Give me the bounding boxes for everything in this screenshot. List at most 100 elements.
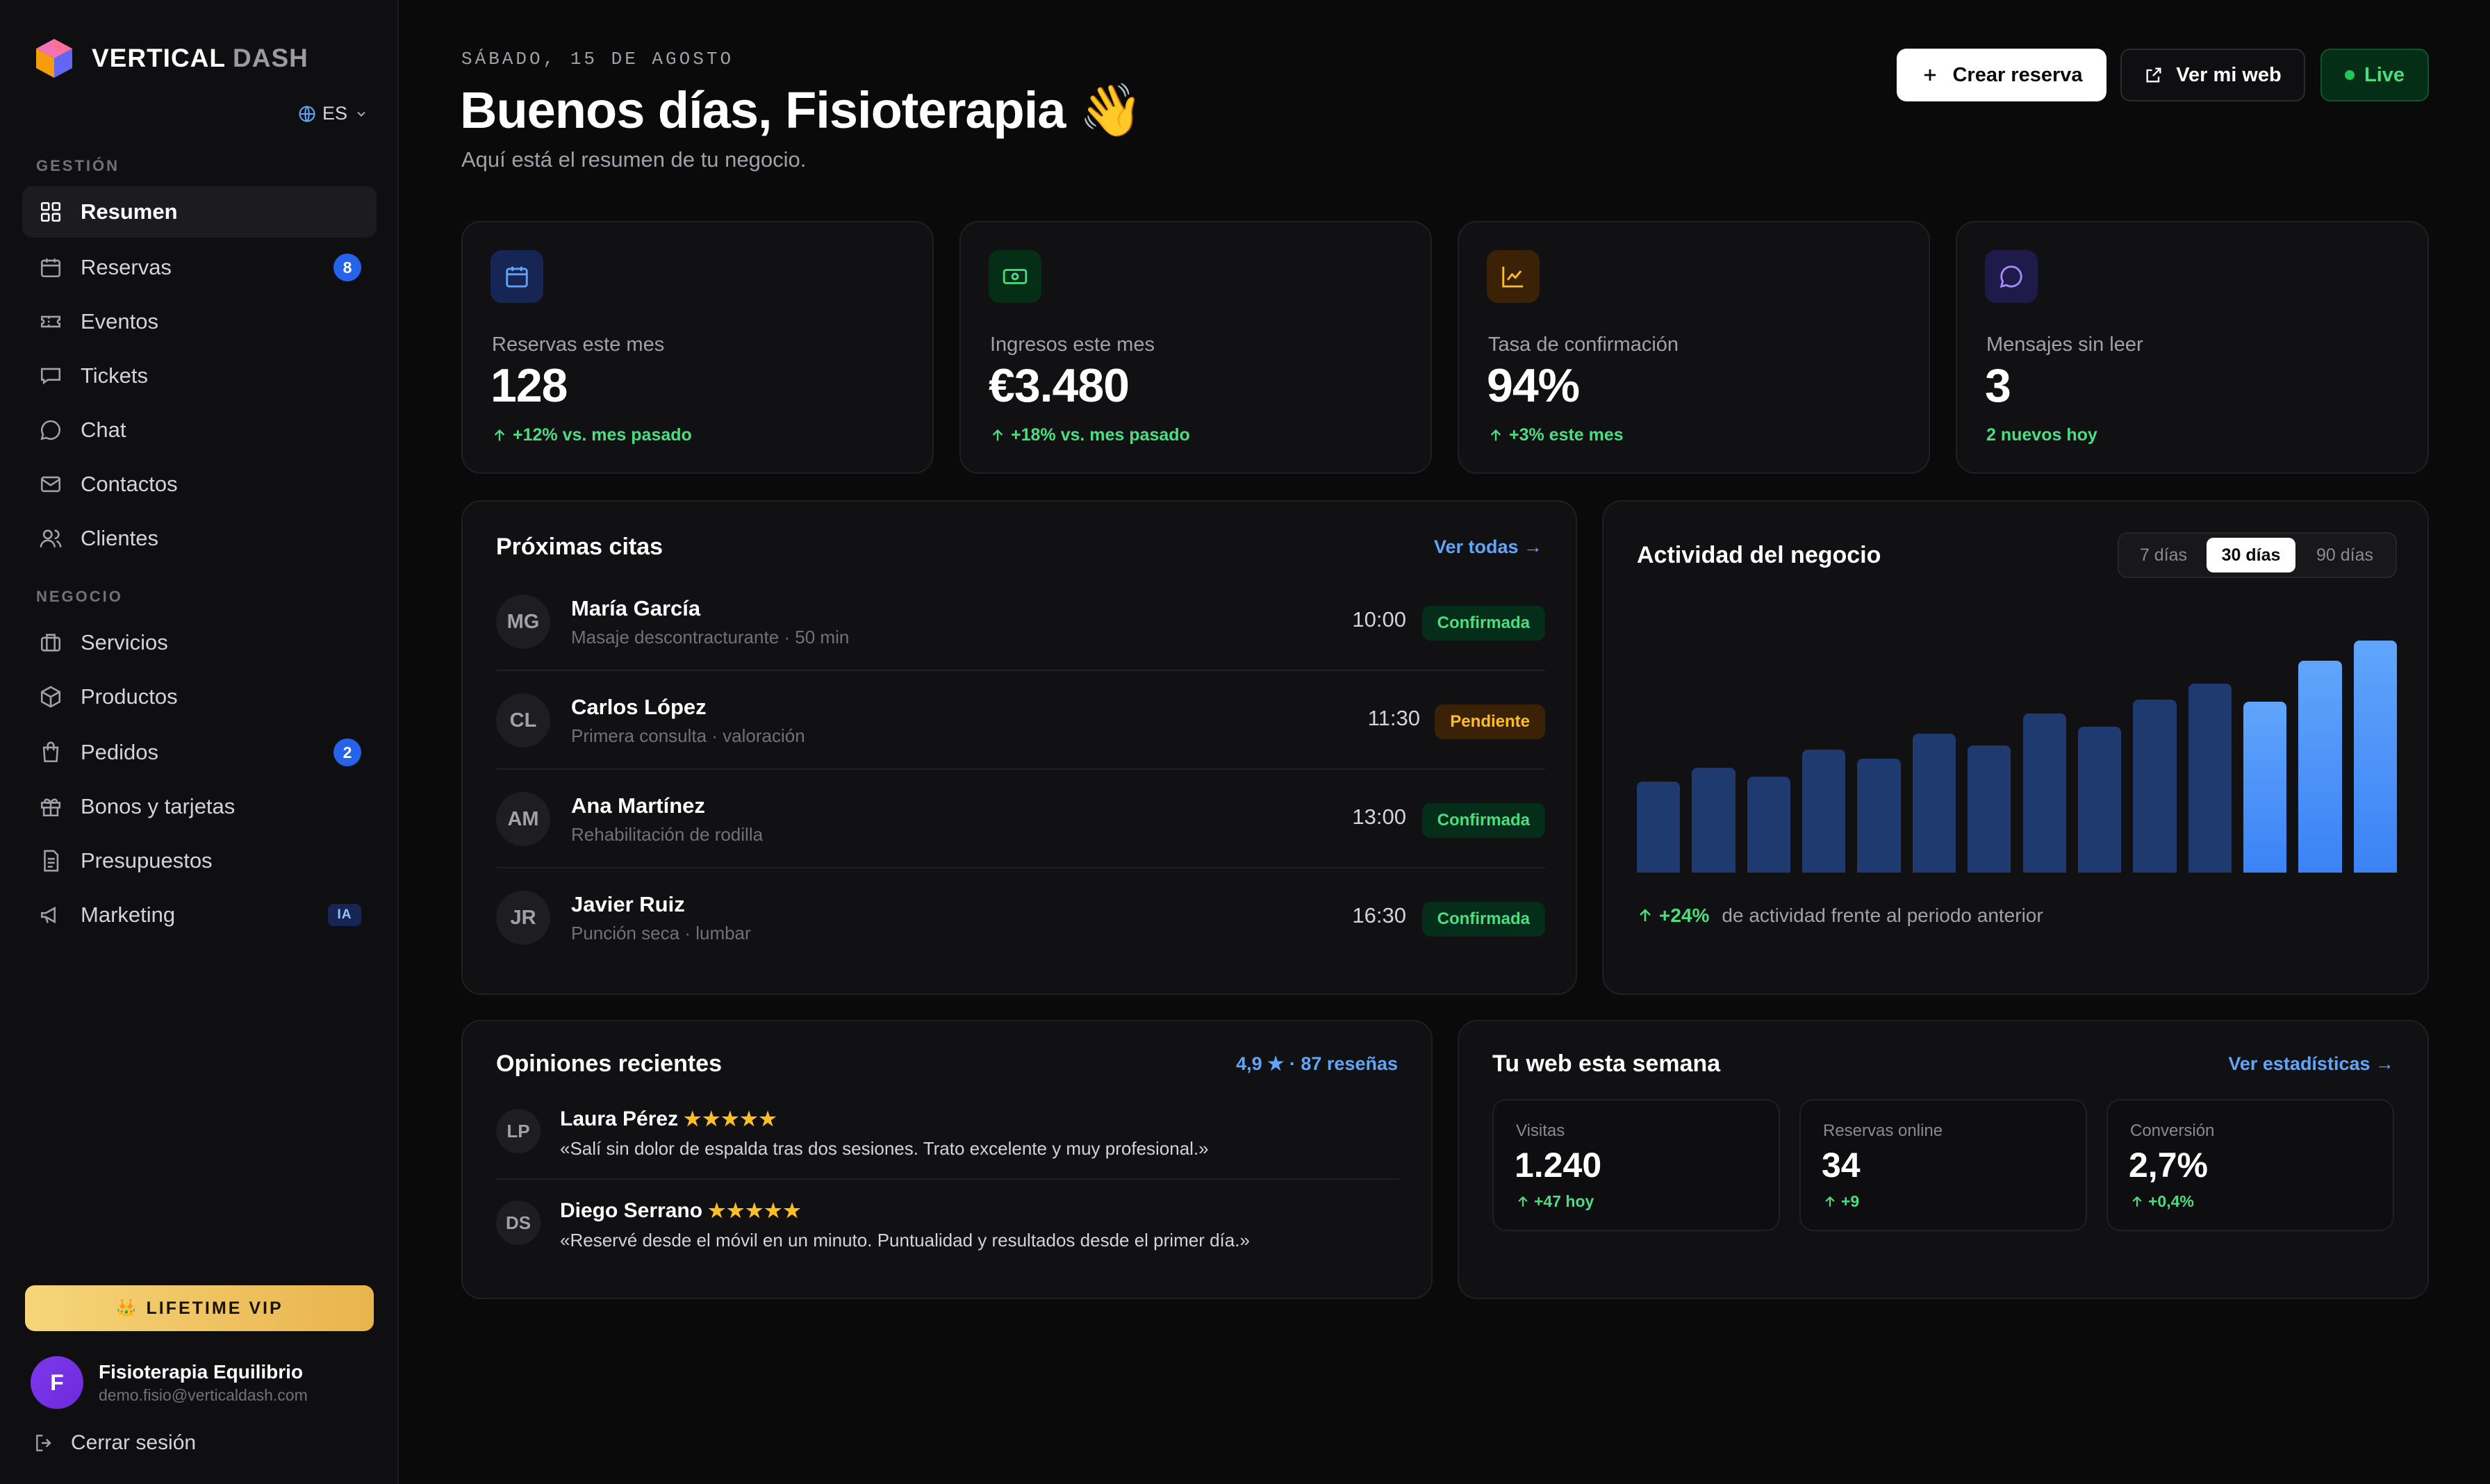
status-badge: Pendiente	[1435, 704, 1545, 739]
live-status-button[interactable]: Live	[2320, 49, 2429, 101]
sidebar-item-label: Presupuestos	[81, 848, 213, 873]
view-website-button[interactable]: Ver mi web	[2120, 49, 2305, 101]
sidebar-item-productos[interactable]: Productos	[22, 671, 377, 723]
activity-note: de actividad frente al periodo anterior	[1722, 905, 2043, 926]
language-label: ES	[322, 103, 348, 124]
view-website-label: Ver mi web	[2176, 63, 2282, 86]
metric-delta: +0,4%	[2130, 1192, 2194, 1211]
range-option-90[interactable]: 90 días	[2298, 538, 2391, 572]
stat-card-confirmacion[interactable]: Tasa de confirmación 94% +3% este mes	[1458, 221, 1930, 474]
grid-icon	[40, 201, 61, 222]
status-badge: Confirmada	[1421, 803, 1545, 838]
brand-logo[interactable]: VERTICAL DASH	[32, 36, 308, 81]
sidebar-item-eventos[interactable]: Eventos	[22, 296, 377, 347]
globe-icon	[299, 105, 315, 122]
activity-bar	[1857, 759, 1901, 873]
activity-bar	[1637, 782, 1681, 873]
stat-card-mensajes[interactable]: Mensajes sin leer 3 2 nuevos hoy	[1956, 221, 2429, 474]
activity-bar	[2353, 641, 2397, 873]
stat-delta: +3% este mes	[1488, 425, 1624, 445]
stat-label: Tasa de confirmación	[1488, 333, 1679, 356]
create-booking-button[interactable]: Crear reserva	[1897, 49, 2106, 101]
sidebar-item-contactos[interactable]: Contactos	[22, 459, 377, 510]
avatar: MG	[496, 595, 550, 649]
sidebar-item-label: Tickets	[81, 363, 149, 388]
status-badge: Confirmada	[1421, 606, 1545, 641]
client-name: Ana Martínez	[571, 793, 705, 818]
appointment-time: 16:30	[1352, 903, 1406, 928]
metric-visitas: Visitas 1.240 +47 hoy	[1492, 1099, 1780, 1231]
sidebar-item-pedidos[interactable]: Pedidos 2	[22, 727, 377, 778]
activity-bar	[1968, 745, 2011, 873]
appointment-row[interactable]: MG María García Masaje descontracturante…	[496, 572, 1545, 671]
activity-bar	[1802, 750, 1846, 873]
metric-value: 1.240	[1515, 1146, 1602, 1185]
stat-label: Ingresos este mes	[990, 333, 1155, 356]
card-title: Tu web esta semana	[1492, 1050, 1721, 1077]
crown-icon: 👑	[115, 1298, 140, 1318]
sidebar-item-presupuestos[interactable]: Presupuestos	[22, 835, 377, 887]
stat-card-ingresos[interactable]: Ingresos este mes €3.480 +18% vs. mes pa…	[959, 221, 1432, 474]
lifetime-vip-badge[interactable]: 👑 LIFETIME VIP	[25, 1285, 374, 1331]
view-stats-link[interactable]: Ver estadísticas →	[2228, 1053, 2394, 1075]
external-link-icon	[2146, 67, 2161, 83]
user-profile[interactable]: F Fisioterapia Equilibrio demo.fisio@ver…	[31, 1356, 308, 1409]
user-email: demo.fisio@verticaldash.com	[99, 1385, 308, 1404]
sidebar-item-bonos[interactable]: Bonos y tarjetas	[22, 781, 377, 832]
arrow-up-icon	[2132, 1196, 2142, 1207]
activity-bar	[2022, 713, 2066, 873]
appointment-row[interactable]: JR Javier Ruiz Punción seca · lumbar 16:…	[496, 868, 1545, 967]
range-option-30[interactable]: 30 días	[2207, 538, 2295, 572]
reviews-summary-link[interactable]: 4,9 ★ · 87 reseñas	[1236, 1053, 1398, 1075]
avatar: LP	[496, 1109, 541, 1153]
recent-reviews-card: Opiniones recientes 4,9 ★ · 87 reseñas L…	[461, 1020, 1433, 1299]
activity-bar	[1747, 777, 1791, 873]
sidebar-item-clientes[interactable]: Clientes	[22, 513, 377, 564]
current-date: SÁBADO, 15 DE AGOSTO	[461, 49, 734, 69]
sidebar-item-tickets[interactable]: Tickets	[22, 350, 377, 402]
activity-summary: +24% de actividad frente al periodo ante…	[1637, 905, 2043, 927]
logout-button[interactable]: Cerrar sesión	[33, 1431, 196, 1455]
range-option-7[interactable]: 7 días	[2123, 538, 2204, 572]
sidebar-item-chat[interactable]: Chat	[22, 404, 377, 456]
brand-name: VERTICAL DASH	[92, 44, 308, 72]
review-item: LP Laura Pérez ★★★★★ «Salí sin dolor de e…	[496, 1088, 1399, 1180]
sidebar-item-reservas[interactable]: Reservas 8	[22, 242, 377, 293]
stat-delta: +18% vs. mes pasado	[990, 425, 1190, 445]
stat-value: 94%	[1487, 359, 1580, 412]
ticket-icon	[40, 315, 61, 328]
stat-value: €3.480	[989, 359, 1130, 412]
star-rating-icon: ★★★★★	[684, 1108, 778, 1130]
cube-logo-icon	[36, 39, 72, 78]
metric-label: Visitas	[1516, 1121, 1565, 1140]
view-all-link[interactable]: Ver todas →	[1434, 536, 1542, 558]
sidebar-item-label: Productos	[81, 684, 178, 709]
metric-value: 34	[1822, 1146, 1861, 1185]
users-icon	[40, 529, 62, 547]
sidebar-item-label: Eventos	[81, 309, 159, 333]
appointment-row[interactable]: AM Ana Martínez Rehabilitación de rodill…	[496, 770, 1545, 868]
ai-badge: IA	[328, 904, 361, 926]
plus-icon	[1924, 69, 1936, 81]
activity-bar-chart	[1637, 641, 2397, 873]
message-square-icon	[40, 368, 61, 385]
avatar: AM	[496, 792, 550, 846]
metric-conversion: Conversión 2,7% +0,4%	[2106, 1099, 2394, 1231]
sidebar-item-servicios[interactable]: Servicios	[22, 617, 377, 668]
stat-card-reservas[interactable]: Reservas este mes 128 +12% vs. mes pasad…	[461, 221, 934, 474]
activity-bar	[2077, 727, 2122, 873]
stat-delta-text: +12% vs. mes pasado	[513, 425, 692, 445]
sidebar-item-resumen[interactable]: Resumen	[22, 186, 377, 238]
star-rating-icon: ★★★★★	[708, 1200, 802, 1221]
sidebar: VERTICAL DASH ES GESTIÓN Resumen Reservas…	[0, 0, 399, 1484]
sidebar-item-marketing[interactable]: Marketing IA	[22, 889, 377, 941]
language-selector[interactable]: ES	[297, 103, 374, 124]
upcoming-appointments-card: Próximas citas Ver todas → MG María Garc…	[461, 500, 1577, 995]
sidebar-item-label: Clientes	[81, 526, 158, 550]
live-dot-icon	[2344, 70, 2355, 80]
sidebar-item-label: Resumen	[81, 199, 178, 224]
sidebar-item-label: Servicios	[81, 630, 168, 654]
appointment-row[interactable]: CL Carlos López Primera consulta · valor…	[496, 671, 1545, 770]
trend-chart-icon	[1487, 250, 1540, 303]
count-badge: 8	[333, 254, 361, 281]
